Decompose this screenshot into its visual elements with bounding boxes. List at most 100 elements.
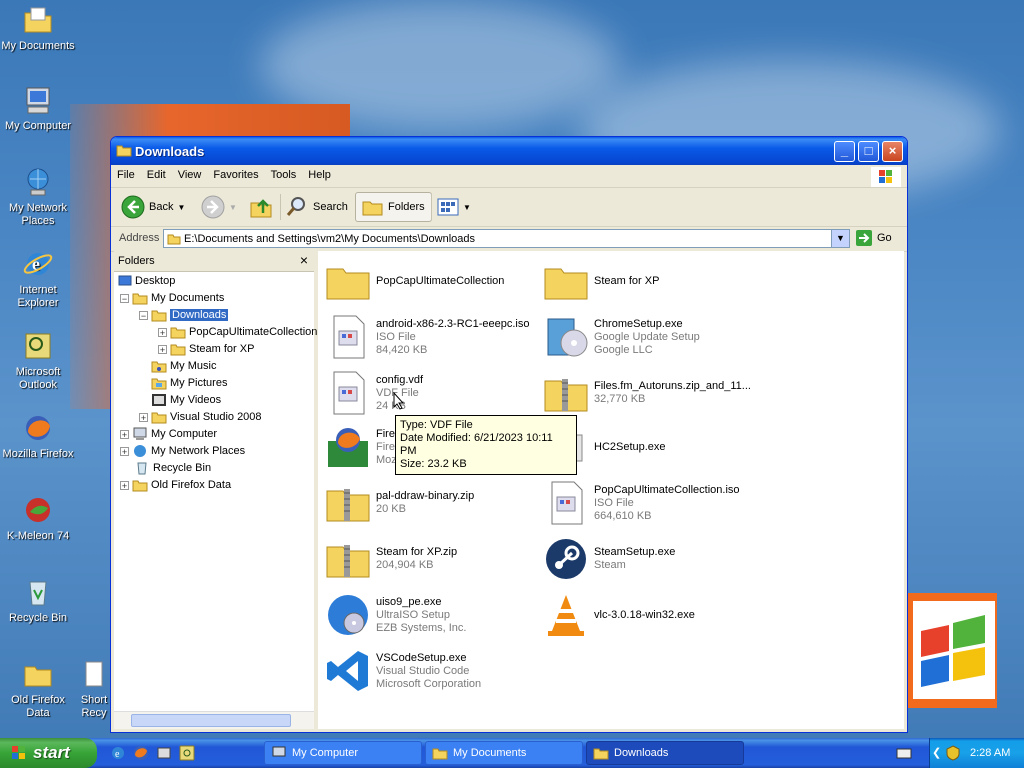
- file-tile[interactable]: uiso9_pe.exe UltraISO Setup EZB Systems,…: [324, 589, 539, 641]
- tree-item-downloads[interactable]: − Downloads: [139, 307, 229, 323]
- address-input[interactable]: E:\Documents and Settings\vm2\My Documen…: [163, 229, 850, 248]
- file-tile[interactable]: Steam for XP: [542, 255, 757, 307]
- show-desktop-icon[interactable]: [156, 745, 172, 761]
- keyboard-icon[interactable]: [896, 746, 912, 760]
- task-downloads[interactable]: Downloads: [586, 741, 744, 765]
- desktop-icon-outlook[interactable]: Microsoft Outlook: [0, 330, 76, 392]
- desktop-icon-kmeleon[interactable]: K-Meleon 74: [0, 494, 76, 543]
- file-tile[interactable]: config.vdf VDF File 24 KB: [324, 367, 539, 419]
- clock[interactable]: 2:28 AM: [970, 747, 1010, 759]
- tree-label: Desktop: [135, 275, 176, 287]
- tree-item-my-computer[interactable]: + My Computer: [120, 426, 217, 442]
- expand-toggle[interactable]: +: [139, 412, 148, 422]
- desktop-icon-old-firefox-data[interactable]: Old Firefox Data: [0, 658, 76, 720]
- task-label: My Documents: [453, 747, 527, 759]
- menu-view[interactable]: View: [172, 165, 208, 181]
- desktop-icon-network[interactable]: My Network Places: [0, 166, 76, 228]
- zip-folder-icon: [326, 545, 370, 578]
- tree-item-steam-for-xp[interactable]: + Steam for XP: [158, 341, 254, 357]
- maximize-button[interactable]: □: [858, 141, 879, 162]
- folders-button[interactable]: Folders: [355, 192, 432, 222]
- title-bar[interactable]: Downloads _ □ ×: [111, 137, 907, 165]
- tree-item-desktop[interactable]: Desktop: [118, 273, 175, 289]
- scrollbar-thumb[interactable]: [131, 714, 291, 727]
- task-my-computer[interactable]: My Computer: [264, 741, 422, 765]
- tooltip-type: Type: VDF File: [400, 419, 473, 431]
- tree-item-my-documents[interactable]: − My Documents: [120, 290, 224, 306]
- outlook-quicklaunch-icon[interactable]: [179, 745, 195, 761]
- folder-icon: [170, 327, 186, 339]
- task-my-documents[interactable]: My Documents: [425, 741, 583, 765]
- tooltip-size: Size: 23.2 KB: [400, 458, 467, 470]
- minimize-button[interactable]: _: [834, 141, 855, 162]
- tree-item-my-pictures[interactable]: My Pictures: [151, 375, 227, 391]
- windows-logo-graphic: [905, 593, 997, 708]
- desktop-icon-firefox[interactable]: Mozilla Firefox: [0, 412, 76, 461]
- file-tile[interactable]: PopCapUltimateCollection.iso ISO File 66…: [542, 477, 757, 529]
- file-tile[interactable]: Files.fm_Autoruns.zip_and_11... 32,770 K…: [542, 367, 757, 419]
- file-tile[interactable]: android-x86-2.3-RC1-eeepc.iso ISO File 8…: [324, 311, 539, 363]
- mouse-cursor-icon: [393, 392, 405, 410]
- menu-edit[interactable]: Edit: [141, 165, 172, 181]
- address-dropdown-button[interactable]: ▼: [831, 230, 849, 247]
- tree-item-my-music[interactable]: My Music: [151, 358, 216, 374]
- file-size: 204,904 KB: [376, 559, 434, 571]
- desktop-icon-my-documents[interactable]: My Documents: [0, 4, 76, 53]
- file-tile[interactable]: vlc-3.0.18-win32.exe: [542, 589, 757, 641]
- forward-button[interactable]: ▼: [201, 192, 237, 222]
- chevron-down-icon[interactable]: ▼: [177, 203, 185, 212]
- views-button[interactable]: ▼: [437, 192, 471, 222]
- close-pane-icon[interactable]: ×: [300, 252, 308, 268]
- menu-file[interactable]: File: [111, 165, 141, 181]
- file-name: Steam for XP: [594, 274, 660, 287]
- folders-icon: [362, 201, 383, 216]
- go-button[interactable]: Go: [855, 229, 892, 247]
- tree-item-network[interactable]: + My Network Places: [120, 443, 245, 459]
- tree-label: My Pictures: [170, 377, 228, 389]
- menu-tools[interactable]: Tools: [265, 165, 303, 181]
- collapse-toggle[interactable]: −: [120, 293, 129, 303]
- expand-toggle[interactable]: +: [158, 344, 167, 354]
- file-tile[interactable]: VSCodeSetup.exe Visual Studio Code Micro…: [324, 645, 539, 697]
- file-tile[interactable]: SteamSetup.exe Steam: [542, 533, 757, 585]
- toolbar-separator: [280, 194, 281, 220]
- expand-toggle[interactable]: +: [120, 446, 129, 456]
- toolbar-separator: [431, 194, 432, 220]
- file-tile[interactable]: Steam for XP.zip 204,904 KB: [324, 533, 539, 585]
- up-folder-button[interactable]: [249, 192, 273, 222]
- file-tile[interactable]: ChromeSetup.exe Google Update Setup Goog…: [542, 311, 757, 363]
- search-button[interactable]: Search: [285, 192, 348, 222]
- close-button[interactable]: ×: [882, 141, 903, 162]
- tree-item-my-videos[interactable]: My Videos: [151, 392, 221, 408]
- file-tile[interactable]: pal-ddraw-binary.zip 20 KB: [324, 477, 539, 529]
- ie-quicklaunch-icon[interactable]: e: [110, 745, 126, 761]
- tray-expand-icon[interactable]: ❮: [932, 746, 941, 759]
- menu-favorites[interactable]: Favorites: [207, 165, 264, 181]
- kmeleon-icon: [26, 498, 50, 522]
- firefox-quicklaunch-icon[interactable]: [133, 745, 149, 761]
- folders-label: Folders: [388, 201, 425, 213]
- desktop-icon-my-computer[interactable]: My Computer: [0, 84, 76, 133]
- desktop-icon-recycle-bin[interactable]: Recycle Bin: [0, 576, 76, 625]
- file-tile[interactable]: PopCapUltimateCollection: [324, 255, 539, 307]
- security-shield-icon[interactable]: [946, 745, 960, 761]
- collapse-toggle[interactable]: −: [139, 310, 148, 320]
- file-description: UltraISO Setup: [376, 608, 450, 621]
- horizontal-scrollbar[interactable]: [114, 711, 314, 729]
- tree-item-visual-studio[interactable]: + Visual Studio 2008: [139, 409, 262, 425]
- desktop-icon-internet-explorer[interactable]: e Internet Explorer: [0, 248, 76, 310]
- start-label: start: [33, 743, 70, 762]
- file-description: Google Update Setup: [594, 330, 700, 343]
- tree-item-old-firefox-data[interactable]: + Old Firefox Data: [120, 477, 231, 493]
- tree-item-popcap[interactable]: + PopCapUltimateCollection: [158, 324, 317, 340]
- back-button[interactable]: Back ▼: [121, 192, 185, 222]
- menu-help[interactable]: Help: [302, 165, 337, 181]
- window-title: Downloads: [135, 144, 205, 159]
- start-button[interactable]: start: [0, 738, 97, 768]
- expand-toggle[interactable]: +: [120, 480, 129, 490]
- expand-toggle[interactable]: +: [158, 327, 167, 337]
- folder-icon: [167, 234, 181, 245]
- expand-toggle[interactable]: +: [120, 429, 129, 439]
- search-label: Search: [313, 201, 348, 213]
- tree-item-recycle-bin[interactable]: Recycle Bin: [134, 460, 211, 476]
